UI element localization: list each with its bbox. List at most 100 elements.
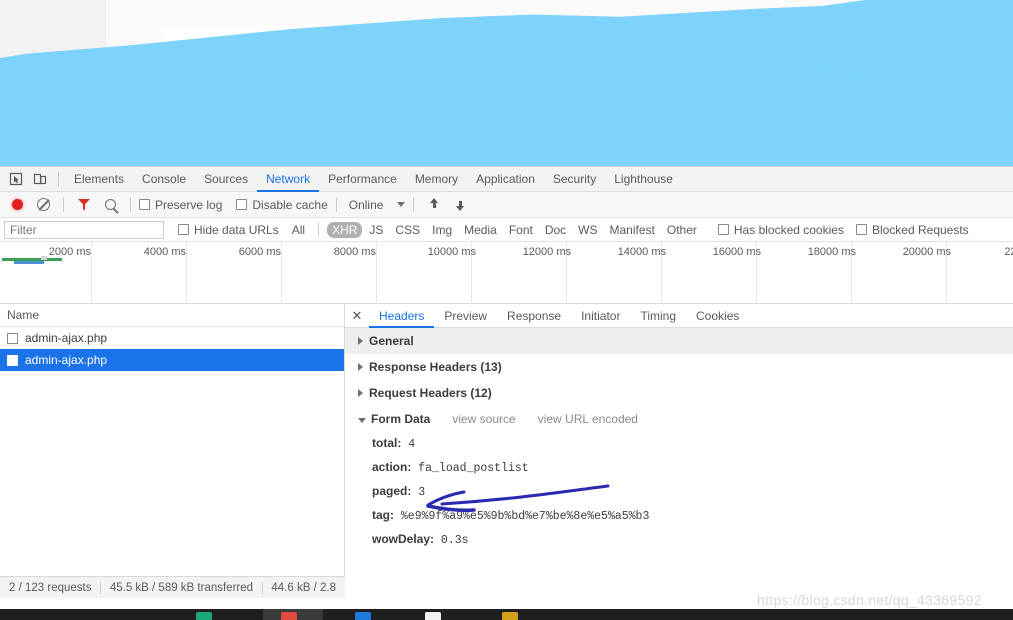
timeline-tick-label: 18000 ms [807,246,856,258]
filter-type-other[interactable]: Other [662,222,702,238]
section-title: Response Headers (13) [369,360,502,374]
devtools-tab-network[interactable]: Network [257,167,319,192]
filter-type-js[interactable]: JS [364,222,388,238]
details-tab-initiator[interactable]: Initiator [571,304,630,328]
details-tab-preview[interactable]: Preview [434,304,497,328]
filter-type-manifest[interactable]: Manifest [605,222,660,238]
toolbar-divider [130,197,131,212]
section-general[interactable]: General [345,328,1013,354]
inspect-element-icon[interactable] [4,168,28,190]
form-data-key: wowDelay: [372,532,435,546]
devtools-tab-application[interactable]: Application [467,167,544,192]
filter-type-img[interactable]: Img [427,222,457,238]
section-title: General [369,334,414,348]
timeline-tick-label: 20000 ms [902,246,951,258]
clear-icon[interactable] [31,194,55,216]
checkbox-box [139,199,150,210]
taskbar-icon-app5[interactable] [502,612,518,620]
checkbox-box [178,224,189,235]
view-url-encoded-link[interactable]: view URL encoded [538,412,638,426]
status-transferred: 45.5 kB / 589 kB transferred [109,581,254,594]
request-details-panel: ✕ Headers Preview Response Initiator Tim… [345,304,1013,598]
details-tab-timing[interactable]: Timing [630,304,686,328]
overview-request-marker [41,256,47,260]
chevron-down-icon [358,417,366,423]
devtools-tab-security[interactable]: Security [544,167,605,192]
taskbar-icon-app2[interactable] [281,612,297,620]
request-type-icon [7,354,18,366]
devtools-tab-elements[interactable]: Elements [65,167,133,192]
blocked-requests-checkbox[interactable]: Blocked Requests [855,222,969,237]
section-request-headers[interactable]: Request Headers (12) [345,380,1013,406]
screenshot-root: Elements Console Sources Network Perform… [0,0,1013,620]
form-data-value: %e9%9f%a9%e5%9b%bd%e7%be%8e%e5%a5%b3 [400,510,650,523]
throttling-select[interactable]: Online [349,198,384,212]
export-har-icon[interactable] [448,194,472,216]
section-form-data[interactable]: Form Data view source view URL encoded [345,406,1013,432]
timeline-tick-label: 4000 ms [143,246,186,258]
close-icon[interactable]: ✕ [345,304,369,328]
request-list-column-header[interactable]: Name [0,304,344,327]
toolbar-divider [63,197,64,212]
filter-type-all[interactable]: All [287,222,310,238]
taskbar-icon-app1[interactable] [196,612,212,620]
details-tab-headers[interactable]: Headers [369,304,434,328]
devtools-tab-console[interactable]: Console [133,167,195,192]
timeline-tick-label: 8000 ms [333,246,376,258]
overview-load-bar [14,261,44,264]
taskbar-icon-app4[interactable] [425,612,441,620]
disable-cache-label: Disable cache [252,197,328,212]
form-data-entry-tag: tag: %e9%9f%a9%e5%9b%bd%e7%be%8e%e5%a5%b… [345,504,1013,528]
table-row[interactable]: admin-ajax.php [0,349,344,371]
search-icon[interactable] [98,194,122,216]
details-tab-response[interactable]: Response [497,304,571,328]
toolbar-divider [335,197,337,212]
device-toolbar-icon[interactable] [28,168,52,190]
record-button-icon[interactable] [5,194,29,216]
hide-data-urls-checkbox[interactable]: Hide data URLs [178,223,279,237]
import-har-icon[interactable] [422,194,446,216]
chevron-right-icon [358,389,363,397]
devtools-tab-performance[interactable]: Performance [319,167,406,192]
details-tab-bar: ✕ Headers Preview Response Initiator Tim… [345,304,1013,328]
details-tab-cookies[interactable]: Cookies [686,304,749,328]
taskbar-icon-app3[interactable] [355,612,371,620]
section-response-headers[interactable]: Response Headers (13) [345,354,1013,380]
form-data-entry-action: action: fa_load_postlist [345,456,1013,480]
redaction-overlay [380,100,1013,166]
timeline-tick-label: 2000 ms [48,246,91,258]
filter-type-ws[interactable]: WS [573,222,602,238]
view-source-link[interactable]: view source [452,412,515,426]
blocked-requests-label: Blocked Requests [871,222,969,237]
devtools-tab-lighthouse[interactable]: Lighthouse [605,167,682,192]
chevron-down-icon[interactable] [397,202,406,207]
disable-cache-checkbox[interactable]: Disable cache [236,197,328,212]
checkbox-box [236,199,248,210]
timeline-tick-label: 6000 ms [238,246,281,258]
preserve-log-label: Preserve log [155,197,223,212]
devtools-tab-memory[interactable]: Memory [406,167,467,192]
filter-type-font[interactable]: Font [504,222,538,238]
filter-type-xhr[interactable]: XHR [327,221,363,238]
form-data-key: paged: [372,484,412,498]
filter-type-css[interactable]: CSS [390,222,425,238]
network-status-bar: 2 / 123 requests 45.5 kB / 589 kB transf… [0,576,345,598]
toolbar-divider [318,222,320,237]
preserve-log-checkbox[interactable]: Preserve log [139,198,222,212]
filter-funnel-icon[interactable] [72,194,96,216]
filter-type-media[interactable]: Media [459,222,502,238]
hide-data-urls-label: Hide data URLs [194,222,279,237]
filter-input[interactable] [4,220,164,239]
filter-type-doc[interactable]: Doc [540,222,571,238]
network-overview-timeline[interactable]: 2000 ms 4000 ms 6000 ms 8000 ms 10000 ms… [0,242,1013,304]
timeline-tick-label: 12000 ms [522,246,571,258]
has-blocked-cookies-checkbox[interactable]: Has blocked cookies [717,223,844,237]
toolbar-divider [58,171,59,187]
watermark: https://blog.csdn.net/qq_43369592 [757,592,982,608]
form-data-value: 0.3s [440,534,469,547]
request-type-icon [7,332,18,344]
timeline-tick-label: 22000 [1004,246,1013,258]
table-row[interactable]: admin-ajax.php [0,327,344,349]
section-title: Request Headers (12) [369,386,492,400]
devtools-tab-sources[interactable]: Sources [195,167,257,192]
